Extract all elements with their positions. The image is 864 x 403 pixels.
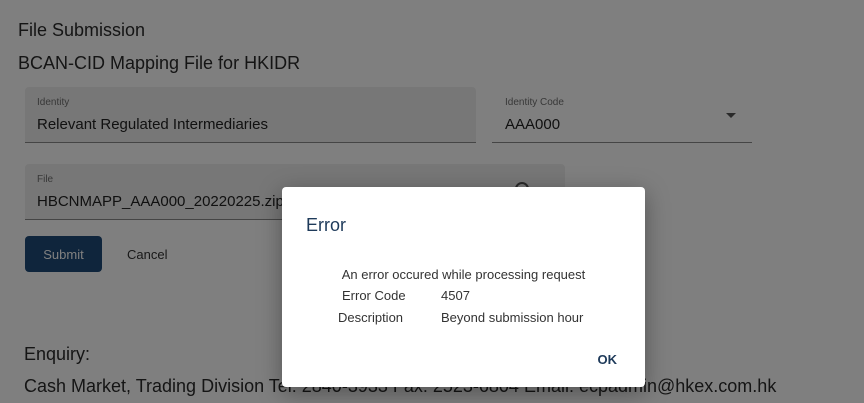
error-dialog: Error An error occured while processing … [282, 187, 645, 387]
description-value: Beyond submission hour [441, 310, 584, 325]
dialog-title: Error [306, 215, 346, 235]
description-label: Description [338, 310, 404, 325]
ok-button[interactable]: OK [571, 343, 625, 375]
error-code-label: Error Code [342, 288, 406, 303]
dialog-message: An error occured while processing reques… [341, 267, 586, 282]
error-code-value: 4507 [441, 288, 470, 303]
